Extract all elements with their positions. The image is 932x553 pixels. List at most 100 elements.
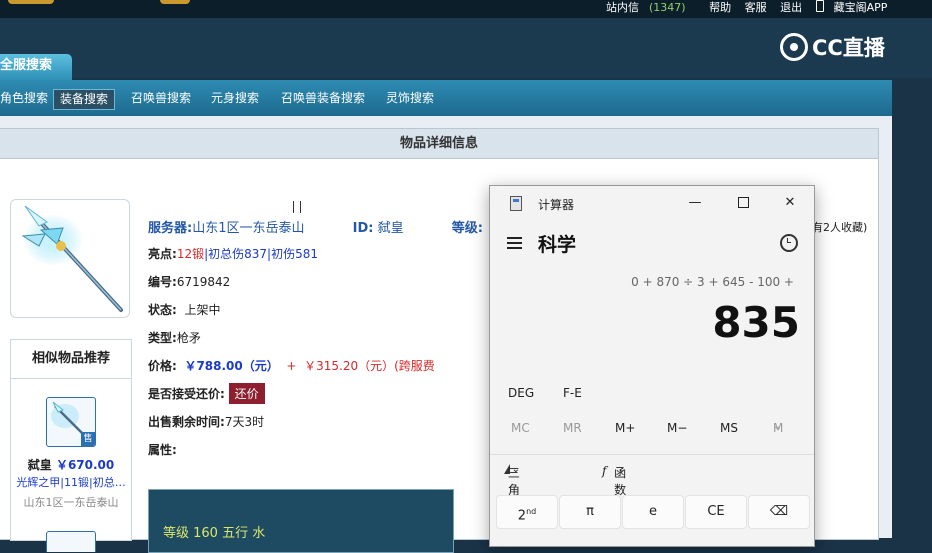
highlight-row: 亮点:12锻|初总伤837|初伤581	[148, 245, 318, 262]
number-label: 编号:	[148, 275, 177, 289]
panel-title: 物品详细信息	[0, 129, 878, 159]
fe-button[interactable]: F-E	[563, 386, 582, 400]
offer-label: 是否接受还价:	[148, 387, 225, 401]
highlight-label: 亮点:	[148, 247, 177, 261]
id-label: ID:	[352, 221, 374, 236]
similar-items-box: 相似物品推荐 售 弑皇 ￥670.00 光辉之甲|11锻|初总… 山东1区一东岳…	[10, 339, 132, 552]
offer-row: 是否接受还价: 还价	[148, 383, 265, 404]
app-label: 藏宝阁APP	[833, 1, 888, 14]
nav-accessory-search[interactable]: 灵饰搜索	[380, 89, 440, 108]
chevron-down-icon: ⌄	[773, 421, 782, 432]
close-button[interactable]: ✕	[778, 192, 802, 214]
calculator-expression: 0 + 870 ÷ 3 + 645 - 100 +	[631, 275, 794, 289]
cc-logo-text: CC直播	[812, 36, 885, 60]
type-row: 类型:枪矛	[148, 329, 201, 346]
calculator-window: 计算器 — ✕ 科学 0 + 870 ÷ 3 + 645 - 100 + 835…	[489, 185, 815, 547]
second-key[interactable]: 2nd	[496, 495, 558, 529]
minimize-button[interactable]: —	[683, 192, 707, 214]
similar-item-name: 弑皇	[27, 458, 52, 472]
second-key-label: 2	[517, 508, 527, 524]
function-dropdown[interactable]: f 函数 ⌄	[602, 464, 626, 497]
attribute-box: 等级 160 五行 水	[148, 489, 454, 553]
similar-item-server: 山东1区一东岳泰山	[23, 496, 119, 509]
calculator-result: 835	[712, 298, 800, 347]
service-link[interactable]: 客服	[745, 1, 767, 15]
similar-item-thumb-2[interactable]	[46, 531, 96, 552]
trig-dropdown[interactable]: 三角学 ⌄	[504, 464, 520, 514]
status-value: 上架中	[184, 303, 221, 317]
site-logo-emblem	[160, 0, 190, 4]
similar-title: 相似物品推荐	[11, 340, 131, 379]
maximize-icon	[737, 197, 749, 208]
site-logo[interactable]	[8, 0, 54, 4]
spear-icon	[21, 205, 123, 312]
calculator-title: 计算器	[538, 198, 575, 212]
e-key[interactable]: e	[622, 495, 684, 529]
chevron-down-icon: ⌄	[511, 464, 521, 475]
search-navbar: 角色搜索 装备搜索 召唤兽搜索 元身搜索 召唤兽装备搜索 灵饰搜索	[0, 80, 892, 116]
favorites-count: 有2人收藏)	[812, 221, 868, 234]
id-value: 弑皇	[377, 221, 404, 236]
m-minus-button[interactable]: M−	[667, 421, 687, 435]
cc-logo-icon	[780, 33, 808, 61]
time-label: 出售剩余时间:	[148, 415, 225, 429]
nav-summon-equipment-search[interactable]: 召唤兽装备搜索	[275, 89, 371, 108]
similar-item-price: ￥670.00	[55, 458, 115, 472]
history-icon[interactable]	[780, 234, 798, 252]
tab-all-server-search[interactable]: 全服搜索	[0, 54, 72, 80]
ce-key[interactable]: CE	[685, 495, 747, 529]
price-value: ￥788.00（元）	[184, 359, 279, 373]
server-label: 服务器:	[148, 221, 193, 236]
mc-button[interactable]: MC	[511, 421, 530, 435]
server-value: 山东1区一东岳泰山	[192, 221, 305, 236]
highlight-rest: |初总伤837|初伤581	[204, 247, 318, 261]
ms-button[interactable]: MS	[720, 421, 738, 435]
inbox-label: 站内信	[606, 1, 639, 14]
level-label: 等级:	[451, 221, 483, 236]
pi-key[interactable]: π	[559, 495, 621, 529]
menu-icon[interactable]	[507, 237, 522, 249]
cc-live-logo: CC直播	[780, 31, 885, 63]
function-icon: f	[602, 464, 607, 478]
number-row: 编号:6719842	[148, 273, 230, 290]
sale-badge: 售	[81, 432, 95, 446]
status-row: 状态: 上架中	[148, 301, 220, 318]
second-key-sup: nd	[526, 507, 537, 516]
highlight-forge: 12锻	[176, 247, 205, 261]
text-cursor-icon	[293, 201, 301, 213]
maximize-button[interactable]	[731, 192, 755, 214]
offer-button[interactable]: 还价	[228, 383, 265, 404]
similar-item-desc[interactable]: 光辉之甲|11锻|初总…	[11, 474, 131, 490]
top-links: 站内信 (1347) 帮助 客服 退出 藏宝阁APP	[606, 0, 907, 18]
top-bar: 站内信 (1347) 帮助 客服 退出 藏宝阁APP	[0, 0, 932, 18]
logout-link[interactable]: 退出	[780, 1, 802, 15]
server-row: 服务器:山东1区一东岳泰山 ID: 弑皇 等级:	[148, 217, 505, 236]
type-value: 枪矛	[176, 331, 201, 345]
similar-item-name-price[interactable]: 弑皇 ￥670.00	[11, 456, 131, 473]
attr-label: 属性:	[148, 443, 177, 457]
chevron-down-icon: ⌄	[617, 464, 627, 475]
number-value: 6719842	[176, 275, 231, 289]
m-plus-button[interactable]: M+	[615, 421, 635, 435]
price-plus: +	[286, 359, 297, 373]
nav-avatar-search[interactable]: 元身搜索	[205, 89, 265, 108]
calculator-mode: 科学	[538, 234, 577, 256]
item-image[interactable]	[10, 199, 130, 318]
inbox-link[interactable]: 站内信 (1347)	[606, 1, 696, 15]
price-extra: ￥315.20（元）(跨服费	[304, 359, 435, 373]
phone-icon	[815, 0, 824, 12]
calculator-app-icon	[510, 196, 522, 211]
backspace-key[interactable]: ⌫	[748, 495, 810, 529]
calculator-titlebar[interactable]: 计算器 — ✕	[490, 186, 814, 220]
help-link[interactable]: 帮助	[709, 1, 731, 15]
nav-equipment-search[interactable]: 装备搜索	[53, 89, 116, 110]
mr-button[interactable]: MR	[563, 421, 582, 435]
attribute-text: 等级 160 五行 水	[163, 526, 266, 541]
time-row: 出售剩余时间:7天3时	[148, 413, 264, 430]
deg-button[interactable]: DEG	[508, 386, 534, 400]
nav-role-search[interactable]: 角色搜索	[0, 89, 54, 108]
nav-summon-search[interactable]: 召唤兽搜索	[125, 89, 197, 108]
price-label: 价格:	[148, 359, 177, 373]
app-link[interactable]: 藏宝阁APP	[815, 0, 898, 15]
similar-item-thumb[interactable]: 售	[46, 397, 96, 447]
